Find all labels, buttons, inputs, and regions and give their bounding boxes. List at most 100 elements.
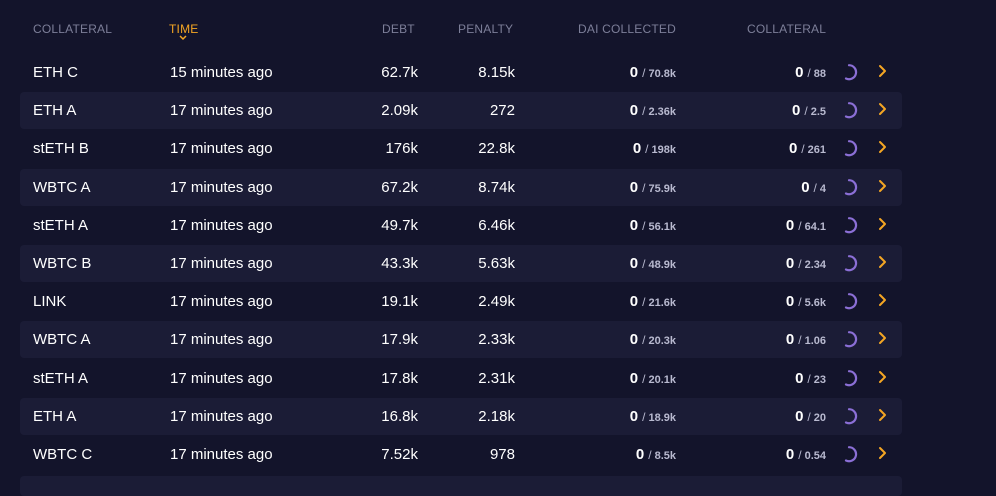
dai-collected-value: 0	[632, 140, 642, 158]
dai-total: 70.8k	[648, 68, 676, 80]
collateral-collected: 0/23	[795, 360, 826, 397]
dai-total: 56.1k	[648, 220, 676, 233]
collateral-name: stETH A	[33, 216, 89, 234]
collateral-name: WBTC B	[33, 254, 92, 272]
collateral-name: stETH A	[33, 369, 89, 387]
collateral-collected-value: 0	[785, 254, 795, 272]
separator: /	[804, 104, 808, 119]
header-debt[interactable]: DEBT	[382, 22, 415, 36]
loading-arc-icon	[842, 139, 860, 157]
time-ago: 17 minutes ago	[170, 369, 273, 387]
time-ago: 17 minutes ago	[170, 293, 273, 311]
collateral-collected: 0/2.34	[786, 245, 826, 282]
collateral-collected: 0/88	[795, 54, 826, 91]
table-row[interactable]: WBTC C 17 minutes ago 7.52k 978 0/8.5k 0…	[20, 436, 902, 473]
collateral-collected-value: 0	[785, 216, 795, 234]
debt-value: 62.7k	[381, 64, 418, 81]
table-row[interactable]: stETH B 17 minutes ago 176k 22.8k 0/198k…	[20, 130, 902, 167]
penalty-value: 6.46k	[478, 216, 515, 234]
chevron-right-icon[interactable]	[876, 177, 890, 195]
debt-value: 19.1k	[381, 293, 418, 311]
separator: /	[801, 142, 805, 157]
separator: /	[798, 218, 802, 233]
collateral-collected: 0/5.6k	[786, 283, 826, 320]
collateral-collected: 0/64.1	[786, 207, 826, 244]
chevron-down-icon[interactable]	[178, 34, 188, 42]
chevron-right-icon[interactable]	[876, 253, 890, 271]
loading-arc-icon	[842, 292, 860, 310]
collateral-collected-value: 0	[795, 407, 804, 425]
dai-total: 75.9k	[648, 182, 676, 195]
separator: /	[642, 66, 646, 80]
dai-total: 18.9k	[648, 411, 676, 424]
dai-collected: 0/2.36k	[630, 92, 676, 129]
dai-collected-value: 0	[629, 64, 639, 81]
penalty-value: 2.18k	[478, 407, 515, 425]
collateral-collected-value: 0	[795, 64, 804, 81]
loading-arc-icon	[842, 330, 860, 348]
dai-collected-value: 0	[629, 254, 639, 272]
dai-collected-value: 0	[629, 216, 639, 234]
collateral-total: 23	[813, 373, 826, 386]
collateral-collected: 0/0.54	[786, 436, 826, 473]
time-ago: 17 minutes ago	[170, 331, 273, 349]
chevron-right-icon[interactable]	[876, 138, 890, 156]
dai-total: 8.5k	[654, 449, 676, 462]
collateral-total: 5.6k	[804, 297, 826, 310]
debt-value: 2.09k	[381, 102, 418, 120]
header-collateral-amount[interactable]: COLLATERAL	[747, 22, 826, 36]
table-row[interactable]: stETH A 17 minutes ago 49.7k 6.46k 0/56.…	[20, 207, 902, 244]
separator: /	[807, 371, 811, 386]
separator: /	[798, 295, 802, 310]
table-row[interactable]: WBTC A 17 minutes ago 67.2k 8.74k 0/75.9…	[20, 168, 902, 206]
table-row[interactable]: WBTC B 17 minutes ago 43.3k 5.63k 0/48.9…	[20, 244, 902, 282]
chevron-right-icon[interactable]	[876, 406, 890, 424]
dai-collected: 0/21.6k	[630, 283, 676, 320]
dai-collected-value: 0	[629, 369, 639, 387]
penalty-value: 2.31k	[478, 369, 515, 387]
loading-arc-icon	[842, 216, 860, 234]
collateral-collected-value: 0	[785, 445, 795, 463]
dai-collected: 0/70.8k	[630, 54, 676, 91]
time-ago: 17 minutes ago	[170, 216, 273, 234]
table-row-partial	[20, 476, 902, 496]
dai-collected: 0/8.5k	[636, 436, 676, 473]
dai-collected: 0/18.9k	[630, 398, 676, 435]
table-row[interactable]: stETH A 17 minutes ago 17.8k 2.31k 0/20.…	[20, 360, 902, 397]
collateral-name: WBTC C	[33, 445, 93, 463]
chevron-right-icon[interactable]	[876, 215, 890, 233]
loading-arc-icon	[842, 101, 860, 119]
time-ago: 17 minutes ago	[170, 407, 273, 425]
penalty-value: 8.15k	[478, 64, 515, 81]
time-ago: 17 minutes ago	[170, 178, 273, 196]
table-row[interactable]: WBTC A 17 minutes ago 17.9k 2.33k 0/20.3…	[20, 321, 902, 359]
table-row[interactable]: ETH A 17 minutes ago 2.09k 272 0/2.36k 0…	[20, 92, 902, 130]
chevron-right-icon[interactable]	[876, 444, 890, 462]
collateral-total: 4	[819, 182, 826, 195]
header-penalty[interactable]: PENALTY	[458, 22, 513, 36]
table-row[interactable]: ETH C 15 minutes ago 62.7k 8.15k 0/70.8k…	[20, 54, 902, 91]
table-row[interactable]: LINK 17 minutes ago 19.1k 2.49k 0/21.6k …	[20, 283, 902, 320]
collateral-collected: 0/4	[801, 169, 826, 206]
chevron-right-icon[interactable]	[876, 291, 890, 309]
dai-total: 2.36k	[648, 106, 676, 119]
separator: /	[642, 180, 646, 195]
dai-collected: 0/198k	[633, 130, 676, 167]
table-header: COLLATERAL TIME DEBT PENALTY DAI COLLECT…	[0, 0, 996, 52]
penalty-value: 2.49k	[478, 293, 515, 311]
collateral-name: WBTC A	[33, 331, 91, 349]
chevron-right-icon[interactable]	[876, 329, 890, 347]
chevron-right-icon[interactable]	[876, 62, 890, 80]
separator: /	[645, 142, 649, 157]
dai-collected-value: 0	[629, 331, 639, 349]
separator: /	[798, 256, 802, 271]
dai-collected-value: 0	[629, 407, 639, 425]
header-dai-collected[interactable]: DAI COLLECTED	[578, 22, 676, 36]
table-row[interactable]: ETH A 17 minutes ago 16.8k 2.18k 0/18.9k…	[20, 397, 902, 435]
header-collateral[interactable]: COLLATERAL	[33, 22, 112, 36]
collateral-name: ETH C	[33, 64, 78, 81]
collateral-collected-value: 0	[785, 293, 795, 311]
chevron-right-icon[interactable]	[876, 368, 890, 386]
chevron-right-icon[interactable]	[876, 100, 890, 118]
separator: /	[807, 66, 811, 80]
